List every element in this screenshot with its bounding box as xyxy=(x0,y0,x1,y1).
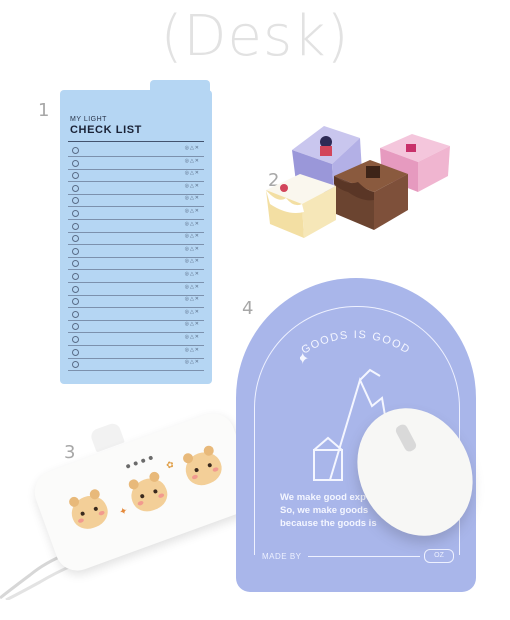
checklist-row: ◎△✕ xyxy=(68,232,204,246)
checklist-row: ◎△✕ xyxy=(68,144,204,157)
mousepad-made-by: MADE BY xyxy=(262,552,302,561)
checkbox-circle-icon xyxy=(72,210,79,217)
item-number-3: 3 xyxy=(64,442,76,463)
checklist-row: ◎△✕ xyxy=(68,358,204,372)
checkbox-circle-icon xyxy=(72,184,79,192)
row-marks: ◎△✕ xyxy=(184,346,200,353)
checklist-row: ◎△✕ xyxy=(68,283,204,296)
mousepad-oz-badge: OZ xyxy=(424,549,454,563)
checkbox-circle-icon xyxy=(72,348,79,356)
row-marks: ◎△✕ xyxy=(184,170,200,177)
checklist-row: ◎△✕ xyxy=(68,270,204,283)
row-marks: ◎△✕ xyxy=(184,195,200,202)
row-marks: ◎△✕ xyxy=(184,220,200,227)
checklist-rule xyxy=(68,141,204,142)
row-marks: ◎△✕ xyxy=(184,296,200,303)
checklist-row: ◎△✕ xyxy=(68,157,204,170)
keycap-cream xyxy=(266,174,336,238)
row-marks: ◎△✕ xyxy=(184,245,200,252)
checkbox-circle-icon xyxy=(72,260,79,268)
row-marks: ◎△✕ xyxy=(184,182,200,189)
row-marks: ◎△✕ xyxy=(184,258,200,265)
row-marks: ◎△✕ xyxy=(184,208,200,214)
checklist-row: ◎△✕ xyxy=(68,320,204,334)
checklist-row: ◎△✕ xyxy=(68,346,204,359)
checklist-row: ◎△✕ xyxy=(68,182,204,195)
checklist-row: ◎△✕ xyxy=(68,333,204,346)
checklist-row: ◎△✕ xyxy=(68,295,204,309)
checkbox-circle-icon xyxy=(72,247,79,255)
checkbox-circle-icon xyxy=(72,159,79,167)
checklist-row: ◎△✕ xyxy=(68,245,204,258)
checklist-row: ◎△✕ xyxy=(68,308,204,321)
row-marks: ◎△✕ xyxy=(184,283,200,290)
star-icon: ✦ xyxy=(300,351,309,368)
row-marks: ◎△✕ xyxy=(184,321,200,328)
sparkle-icon: ✦ xyxy=(117,505,130,519)
row-marks: ◎△✕ xyxy=(184,145,200,151)
checkbox-circle-icon xyxy=(72,197,79,205)
row-marks: ◎△✕ xyxy=(184,271,200,277)
bear-face-icon xyxy=(67,490,112,534)
bear-face-icon xyxy=(181,447,226,490)
row-marks: ◎△✕ xyxy=(184,233,200,240)
checkbox-circle-icon xyxy=(72,273,79,280)
checkbox-circle-icon xyxy=(72,361,79,369)
mousepad-line-3: because the goods is xyxy=(280,518,377,529)
checkbox-circle-icon xyxy=(72,235,79,243)
checklist-heading: CHECK LIST xyxy=(70,124,142,136)
row-marks: ◎△✕ xyxy=(184,359,200,366)
checklist-row: ◎△✕ xyxy=(68,257,204,271)
row-marks: ◎△✕ xyxy=(184,334,200,340)
checklist-subtitle: MY LIGHT xyxy=(70,116,107,123)
mousepad-made-by-line xyxy=(308,556,420,557)
checkbox-circle-icon xyxy=(72,323,79,331)
mousepad-line-1: We make good exp xyxy=(280,492,366,503)
checkbox-circle-icon xyxy=(72,172,79,180)
checkbox-circle-icon xyxy=(72,222,79,230)
checkbox-circle-icon xyxy=(72,147,79,154)
checklist-row: ◎△✕ xyxy=(68,169,204,183)
item-number-1: 1 xyxy=(38,100,50,121)
checkbox-circle-icon xyxy=(72,310,79,318)
checkbox-circle-icon xyxy=(72,336,79,343)
page-title: (Desk) xyxy=(160,4,350,69)
checkbox-circle-icon xyxy=(72,285,79,293)
checklist-row: ◎△✕ xyxy=(68,220,204,233)
keycaps-image xyxy=(266,126,450,238)
row-marks: ◎△✕ xyxy=(184,308,200,315)
flower-icon: ✿ xyxy=(164,458,176,471)
checkbox-circle-icon xyxy=(72,298,79,306)
power-bank: ✦ ✿ xyxy=(28,407,262,577)
mousepad-line-2: So, we make goods xyxy=(280,505,369,516)
checklist-row: ◎△✕ xyxy=(68,207,204,220)
row-marks: ◎△✕ xyxy=(184,157,200,164)
checklist-row: ◎△✕ xyxy=(68,194,204,208)
battery-indicator-dots xyxy=(125,455,156,471)
bear-face-icon xyxy=(126,473,172,516)
